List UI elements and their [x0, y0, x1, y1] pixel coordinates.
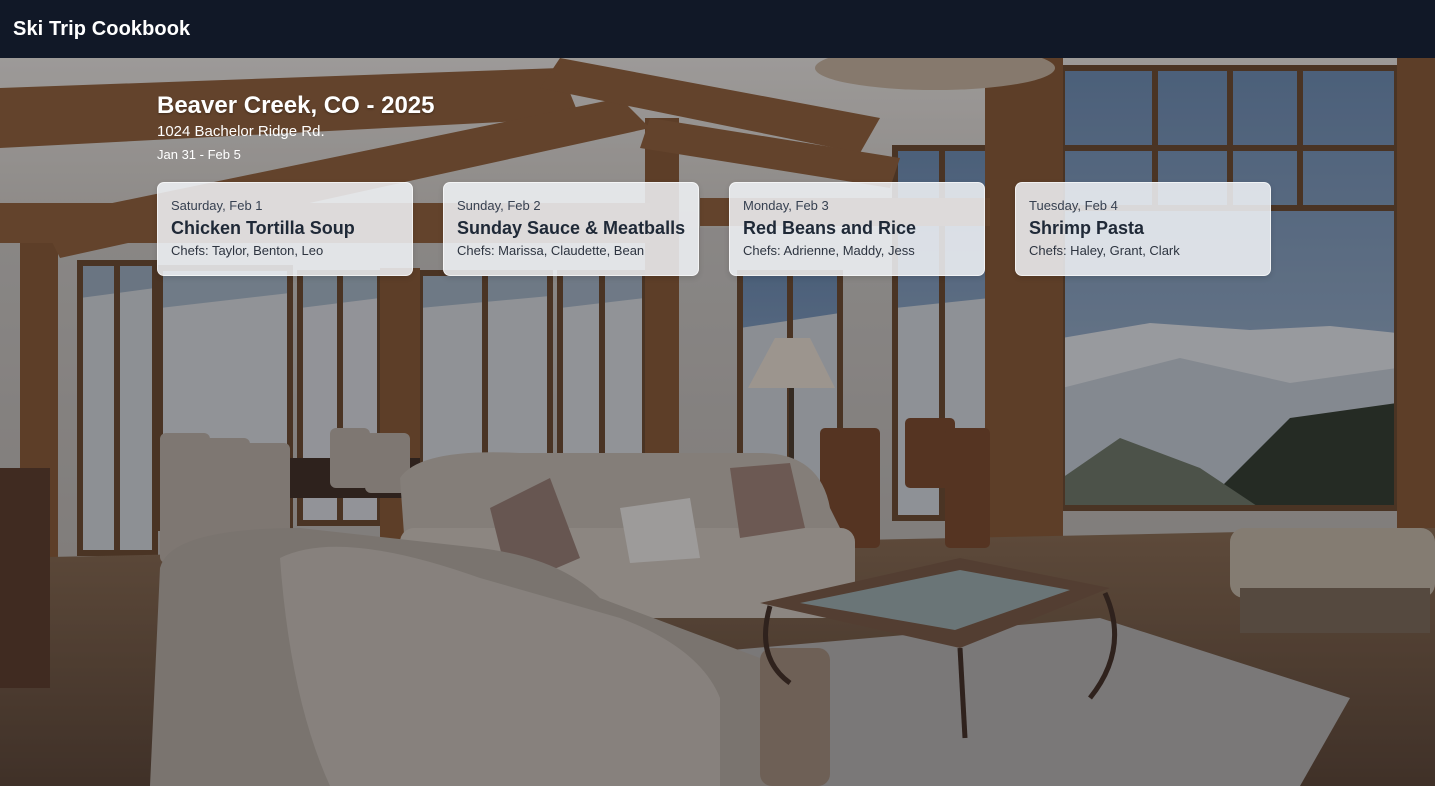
trip-header: Beaver Creek, CO - 2025 1024 Bachelor Ri…	[157, 92, 435, 163]
meal-chefs: Chefs: Haley, Grant, Clark	[1029, 243, 1180, 258]
meal-day: Sunday, Feb 2	[457, 198, 541, 213]
meal-chefs: Chefs: Taylor, Benton, Leo	[171, 243, 324, 258]
app-root: Ski Trip Cookbook Beaver Creek, CO - 202…	[0, 0, 1435, 786]
trip-address: 1024 Bachelor Ridge Rd.	[157, 123, 325, 140]
top-bar: Ski Trip Cookbook	[0, 0, 1435, 58]
app-title[interactable]: Ski Trip Cookbook	[13, 18, 190, 41]
meal-dish: Chicken Tortilla Soup	[171, 218, 355, 238]
meal-card[interactable]: Saturday, Feb 1 Chicken Tortilla Soup Ch…	[157, 182, 413, 276]
meal-dish: Red Beans and Rice	[743, 218, 917, 238]
meal-card[interactable]: Monday, Feb 3 Red Beans and Rice Chefs: …	[729, 182, 985, 276]
photo-dim-overlay	[0, 58, 1435, 786]
meal-day: Saturday, Feb 1	[171, 198, 263, 213]
meal-chefs: Chefs: Marissa, Claudette, Bean	[457, 243, 645, 258]
meal-chefs: Chefs: Adrienne, Maddy, Jess	[743, 243, 915, 258]
meal-dish: Sunday Sauce & Meatballs	[457, 218, 686, 238]
trip-dates: Jan 31 - Feb 5	[157, 147, 241, 162]
meal-day: Tuesday, Feb 4	[1029, 198, 1118, 213]
meal-card[interactable]: Sunday, Feb 2 Sunday Sauce & Meatballs C…	[443, 182, 699, 276]
meal-day: Monday, Feb 3	[743, 198, 829, 213]
background-photo	[0, 58, 1435, 786]
meal-dish: Shrimp Pasta	[1029, 218, 1145, 238]
meal-cards: Saturday, Feb 1 Chicken Tortilla Soup Ch…	[157, 182, 1271, 276]
meal-card[interactable]: Tuesday, Feb 4 Shrimp Pasta Chefs: Haley…	[1015, 182, 1271, 276]
trip-name: Beaver Creek, CO - 2025	[157, 92, 435, 119]
